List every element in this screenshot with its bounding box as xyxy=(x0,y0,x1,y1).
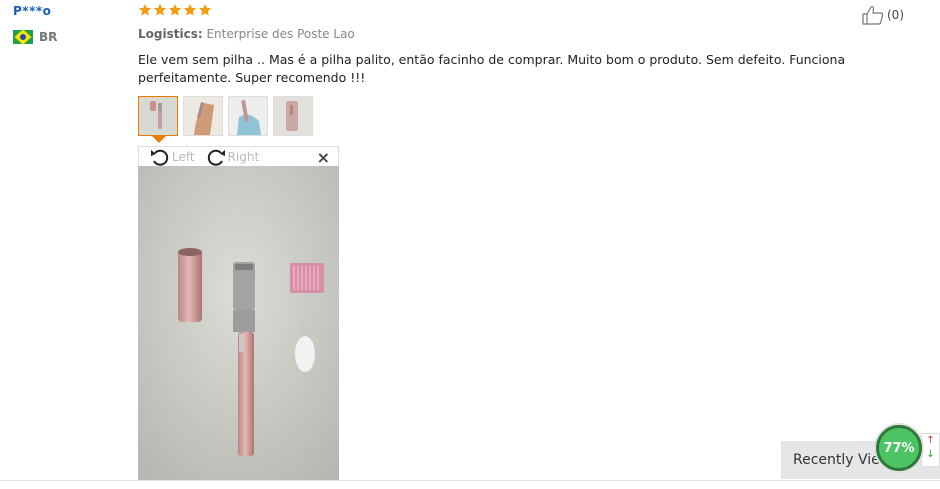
rotate-right-button[interactable]: Right xyxy=(205,147,260,167)
arrow-down-icon: ↓ xyxy=(926,449,935,460)
logistics-info: Logistics: Enterprise des Poste Lao xyxy=(138,27,355,41)
logistics-value: Enterprise des Poste Lao xyxy=(206,27,355,41)
progress-badge[interactable]: 77% xyxy=(876,425,922,471)
rotate-right-icon xyxy=(207,149,225,166)
review-text: Ele vem sem pilha .. Mas é a pilha palit… xyxy=(138,52,846,85)
review-photo xyxy=(138,166,339,480)
thumbs-up-icon xyxy=(862,6,884,25)
rotate-left-button[interactable]: Left xyxy=(149,147,195,167)
star-rating xyxy=(138,3,212,17)
helpful-count: (0) xyxy=(887,8,904,22)
scroll-arrows[interactable]: ↑ ↓ xyxy=(921,433,940,467)
review-thumbnail[interactable] xyxy=(183,96,223,136)
star-icon xyxy=(168,3,182,16)
star-icon xyxy=(198,3,212,16)
image-viewer-toolbar: Left Right × xyxy=(138,146,339,167)
star-icon xyxy=(138,3,152,16)
star-icon xyxy=(183,3,197,16)
arrow-up-icon: ↑ xyxy=(926,435,935,446)
review-thumbnail[interactable] xyxy=(228,96,268,136)
close-viewer-button[interactable]: × xyxy=(317,148,330,167)
review-thumbnails xyxy=(138,96,313,136)
rotate-left-icon xyxy=(151,149,169,166)
helpful-button[interactable]: (0) xyxy=(861,5,904,25)
logistics-label: Logistics: xyxy=(138,27,203,41)
bottom-divider xyxy=(0,480,940,481)
active-thumb-pointer xyxy=(152,136,166,143)
star-icon xyxy=(153,3,167,16)
reviewer-country: BR xyxy=(13,30,57,44)
rotate-right-label: Right xyxy=(227,149,260,164)
review-username: P***o xyxy=(13,4,52,18)
brazil-flag-icon xyxy=(13,30,33,44)
rotate-left-label: Left xyxy=(172,149,195,164)
review-thumbnail[interactable] xyxy=(273,96,313,136)
country-code: BR xyxy=(39,30,58,44)
review-thumbnail[interactable] xyxy=(138,96,178,136)
